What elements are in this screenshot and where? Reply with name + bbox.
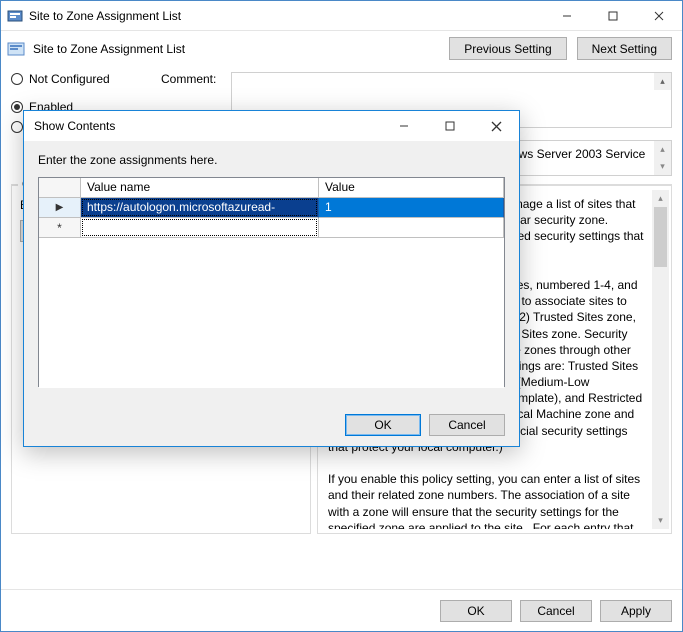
col-header-value-name[interactable]: Value name xyxy=(81,178,319,198)
minimize-button[interactable] xyxy=(544,1,590,31)
cell-value[interactable]: 1 xyxy=(319,198,504,218)
scroll-up-icon[interactable]: ▴ xyxy=(654,73,671,90)
grid-empty-area xyxy=(39,238,504,388)
cell-value[interactable] xyxy=(319,218,504,238)
scroll-up-icon[interactable]: ▴ xyxy=(654,141,671,158)
row-pointer-icon: ▶ xyxy=(39,198,81,218)
table-row-new[interactable]: * xyxy=(39,218,504,238)
new-row-marker: * xyxy=(39,218,81,238)
dialog-instruction: Enter the zone assignments here. xyxy=(38,153,505,167)
main-title: Site to Zone Assignment List xyxy=(29,9,544,23)
cell-value-name[interactable] xyxy=(81,218,319,238)
ok-button[interactable]: OK xyxy=(440,600,512,622)
dialog-close-button[interactable] xyxy=(473,111,519,141)
cell-value-name[interactable]: https://autologon.microsoftazuread-sso.c… xyxy=(81,198,319,218)
dialog-titlebar[interactable]: Show Contents xyxy=(24,111,519,141)
dialog-title: Show Contents xyxy=(34,119,381,133)
radio-indicator xyxy=(11,101,23,113)
maximize-button[interactable] xyxy=(590,1,636,31)
next-setting-button[interactable]: Next Setting xyxy=(577,37,672,60)
col-header-value[interactable]: Value xyxy=(319,178,504,198)
cancel-button[interactable]: Cancel xyxy=(520,600,592,622)
scroll-up-icon[interactable]: ▴ xyxy=(652,190,669,207)
header-title: Site to Zone Assignment List xyxy=(33,42,439,56)
dialog-cancel-button[interactable]: Cancel xyxy=(429,414,505,436)
radio-not-configured[interactable]: Not Configured xyxy=(11,72,141,86)
dialog-maximize-button[interactable] xyxy=(427,111,473,141)
radio-indicator xyxy=(11,121,23,133)
scroll-thumb[interactable] xyxy=(654,207,667,267)
radio-indicator xyxy=(11,73,23,85)
scrollbar[interactable]: ▴ ▾ xyxy=(654,141,671,175)
scroll-down-icon[interactable]: ▾ xyxy=(654,158,671,175)
policy-icon xyxy=(7,40,25,58)
policy-icon xyxy=(7,8,23,24)
help-scrollbar[interactable]: ▴ ▾ xyxy=(652,190,669,529)
comment-label: Comment: xyxy=(161,72,231,86)
dialog-ok-button[interactable]: OK xyxy=(345,414,421,436)
previous-setting-button[interactable]: Previous Setting xyxy=(449,37,566,60)
main-titlebar[interactable]: Site to Zone Assignment List xyxy=(1,1,682,31)
show-contents-dialog: Show Contents Enter the zone assignments… xyxy=(23,110,520,447)
close-button[interactable] xyxy=(636,1,682,31)
scroll-down-icon[interactable]: ▾ xyxy=(652,512,669,529)
dialog-minimize-button[interactable] xyxy=(381,111,427,141)
main-footer: OK Cancel Apply xyxy=(1,589,682,631)
grid-header: Value name Value xyxy=(39,178,504,198)
grid-corner xyxy=(39,178,81,198)
apply-button[interactable]: Apply xyxy=(600,600,672,622)
table-row[interactable]: ▶ https://autologon.microsoftazuread-sso… xyxy=(39,198,504,218)
main-header: Site to Zone Assignment List Previous Se… xyxy=(1,31,682,66)
zone-grid[interactable]: Value name Value ▶ https://autologon.mic… xyxy=(38,177,505,387)
radio-label: Not Configured xyxy=(29,72,110,86)
